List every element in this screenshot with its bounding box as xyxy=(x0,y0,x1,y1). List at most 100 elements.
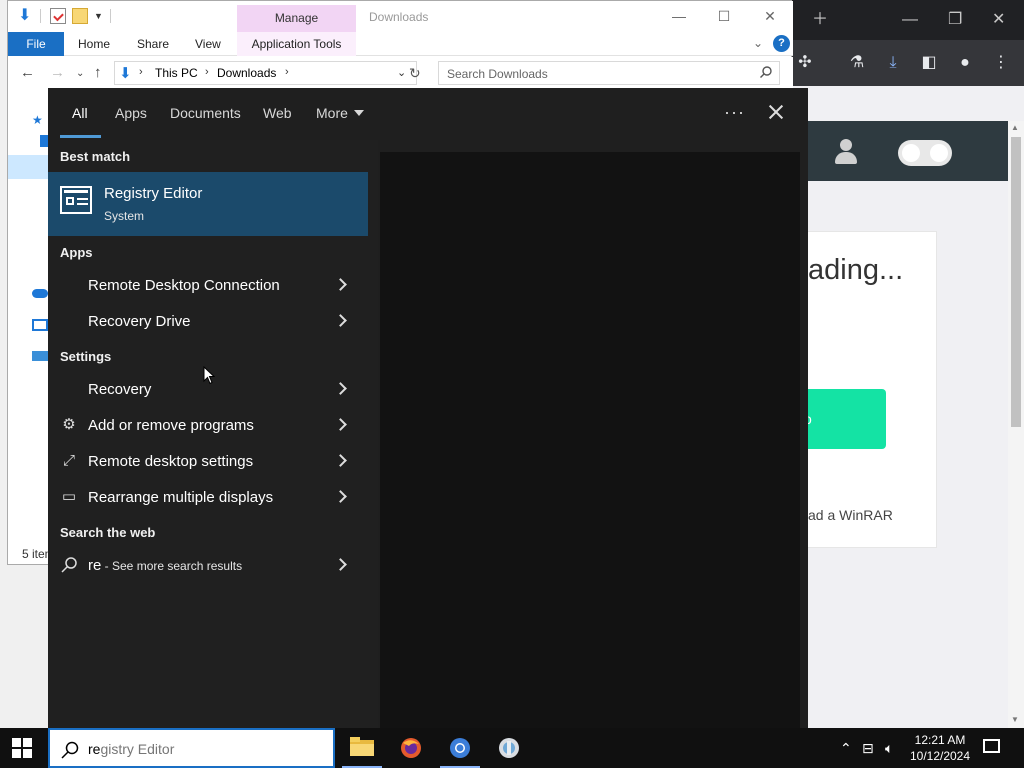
side-panel-icon[interactable]: ◧ xyxy=(918,52,940,74)
search-icon xyxy=(61,741,79,759)
result-remote-desktop-settings[interactable]: ⤢ Remote desktop settings xyxy=(48,444,368,480)
minimize-icon[interactable]: — xyxy=(902,10,918,30)
tab-documents[interactable]: Documents xyxy=(170,105,241,121)
firefox-icon xyxy=(401,738,421,758)
more-options-icon[interactable]: ··· xyxy=(724,102,745,123)
search-typed-text: registry Editor xyxy=(88,741,174,757)
restore-icon[interactable]: ❐ xyxy=(948,10,962,30)
explorer-titlebar: ⬇ ▼ Manage Downloads — ☐ ✕ xyxy=(8,1,793,32)
chevron-right-icon[interactable] xyxy=(334,278,347,291)
tab-web[interactable]: Web xyxy=(263,105,292,121)
taskbar-app[interactable] xyxy=(485,728,533,768)
search-menu: All Apps Documents Web More ··· Best mat… xyxy=(48,88,808,728)
back-icon[interactable]: ← xyxy=(20,64,35,81)
help-icon[interactable]: ? xyxy=(773,35,790,52)
downloads-location-icon: ⬇ xyxy=(119,65,132,82)
best-match-subtitle: System xyxy=(104,209,145,223)
breadcrumb-this-pc[interactable]: This PC xyxy=(155,66,198,80)
chevron-right-icon[interactable] xyxy=(334,314,347,327)
clock-time: 12:21 AM xyxy=(914,733,966,747)
downloads-icon[interactable]: ⤓ xyxy=(882,52,904,74)
menu-kebab-icon[interactable]: ⋮ xyxy=(990,52,1012,74)
remote-icon: ⤢ xyxy=(62,452,75,469)
search-input[interactable]: Search Downloads xyxy=(438,61,780,85)
close-icon[interactable]: ✕ xyxy=(992,10,1005,30)
volume-muted-icon[interactable]: 🔈︎ xyxy=(885,740,893,757)
tab-file[interactable]: File xyxy=(8,32,64,56)
network-status-icon[interactable]: ⊟ xyxy=(862,740,874,757)
preview-pane xyxy=(380,152,800,728)
taskbar-chrome[interactable] xyxy=(436,728,484,768)
manage-context-tab[interactable]: Manage xyxy=(237,5,356,32)
clock-date: 10/12/2024 xyxy=(909,749,971,763)
system-clock[interactable]: 12:21 AM 10/12/2024 xyxy=(900,732,980,764)
tab-share[interactable]: Share xyxy=(137,32,169,56)
web-query-suffix: - See more search results xyxy=(101,559,243,573)
tab-home[interactable]: Home xyxy=(78,32,110,56)
scrollbar-thumb[interactable] xyxy=(1011,137,1021,427)
tab-more[interactable]: More xyxy=(316,105,364,121)
chevron-right-icon[interactable] xyxy=(334,454,347,467)
tab-application-tools[interactable]: Application Tools xyxy=(237,32,356,56)
page-scrollbar[interactable]: ▲ ▼ xyxy=(1008,121,1024,728)
downloads-arrow-icon[interactable]: ⬇ xyxy=(18,8,34,24)
labs-flask-icon[interactable]: ⚗ xyxy=(846,52,868,74)
quick-access-star-icon[interactable]: ★ xyxy=(32,113,46,127)
new-tab-icon[interactable]: ＋ xyxy=(812,10,828,30)
properties-icon[interactable] xyxy=(50,8,66,24)
network-icon[interactable] xyxy=(32,351,48,361)
tab-view[interactable]: View xyxy=(195,32,221,56)
close-icon[interactable]: ✕ xyxy=(747,5,793,27)
result-recovery-drive[interactable]: Recovery Drive xyxy=(48,304,368,340)
tab-apps[interactable]: Apps xyxy=(115,105,147,121)
maximize-icon[interactable]: ☐ xyxy=(701,5,747,27)
breadcrumb-downloads[interactable]: Downloads xyxy=(217,66,276,80)
mouse-cursor-icon xyxy=(203,366,215,385)
taskbar-file-explorer[interactable] xyxy=(338,728,386,768)
result-remote-desktop-connection[interactable]: Remote Desktop Connection xyxy=(48,268,368,304)
result-label: Recovery xyxy=(88,381,152,398)
chrome-icon xyxy=(450,738,470,758)
user-icon[interactable] xyxy=(834,139,858,165)
close-icon[interactable] xyxy=(764,100,788,124)
taskbar: registry Editor ⌃ ⊟ 🔈︎ 12:21 AM 10/12/20… xyxy=(0,728,1024,768)
new-folder-icon[interactable] xyxy=(72,8,88,24)
theme-toggle[interactable] xyxy=(898,140,952,166)
minimize-icon[interactable]: — xyxy=(656,5,702,27)
quick-access-dropdown-icon[interactable]: ▼ xyxy=(94,8,110,24)
taskbar-firefox[interactable] xyxy=(387,728,435,768)
notification-center-icon[interactable] xyxy=(983,739,1000,753)
show-hidden-icons-chevron-icon[interactable]: ⌃ xyxy=(840,740,852,757)
best-match-title: Registry Editor xyxy=(104,185,203,202)
nav-pane-selected-item[interactable] xyxy=(8,155,48,179)
taskbar-search-input[interactable]: registry Editor xyxy=(48,728,335,768)
tab-all[interactable]: All xyxy=(72,105,88,121)
search-icon xyxy=(760,66,772,78)
onedrive-icon[interactable] xyxy=(32,289,48,298)
winrar-text: ad a WinRAR xyxy=(808,507,893,523)
result-add-or-remove-programs[interactable]: ⚙ Add or remove programs xyxy=(48,408,368,444)
windows-start-icon[interactable] xyxy=(12,738,32,758)
ribbon-expand-icon[interactable]: ⌄ xyxy=(753,36,763,50)
profile-icon[interactable]: ● xyxy=(954,52,976,74)
extensions-icon[interactable]: ✣ xyxy=(794,52,816,74)
forward-icon[interactable]: → xyxy=(50,64,65,81)
chevron-right-icon[interactable] xyxy=(334,558,347,571)
settings-header: Settings xyxy=(60,349,112,364)
recent-dropdown-icon[interactable]: ⌄ xyxy=(76,68,84,79)
address-dropdown-icon[interactable]: ⌄ xyxy=(397,66,406,79)
chevron-right-icon[interactable] xyxy=(334,418,347,431)
best-match-registry-editor[interactable]: Registry Editor System xyxy=(48,172,368,236)
up-icon[interactable]: ↑ xyxy=(94,64,102,81)
this-pc-icon[interactable] xyxy=(32,319,48,331)
active-tab-indicator xyxy=(60,135,101,138)
address-bar[interactable]: ⬇ › This PC › Downloads › ⌄ xyxy=(114,61,417,85)
chevron-right-icon[interactable] xyxy=(334,382,347,395)
monitor-icon: ▭ xyxy=(61,488,77,505)
result-web-search[interactable]: re - See more search results xyxy=(48,548,368,584)
refresh-icon[interactable]: ↻ xyxy=(409,65,421,82)
search-query: re xyxy=(88,741,101,757)
registry-editor-icon xyxy=(60,186,92,214)
result-rearrange-multiple-displays[interactable]: ▭ Rearrange multiple displays xyxy=(48,480,368,516)
chevron-right-icon[interactable] xyxy=(334,490,347,503)
